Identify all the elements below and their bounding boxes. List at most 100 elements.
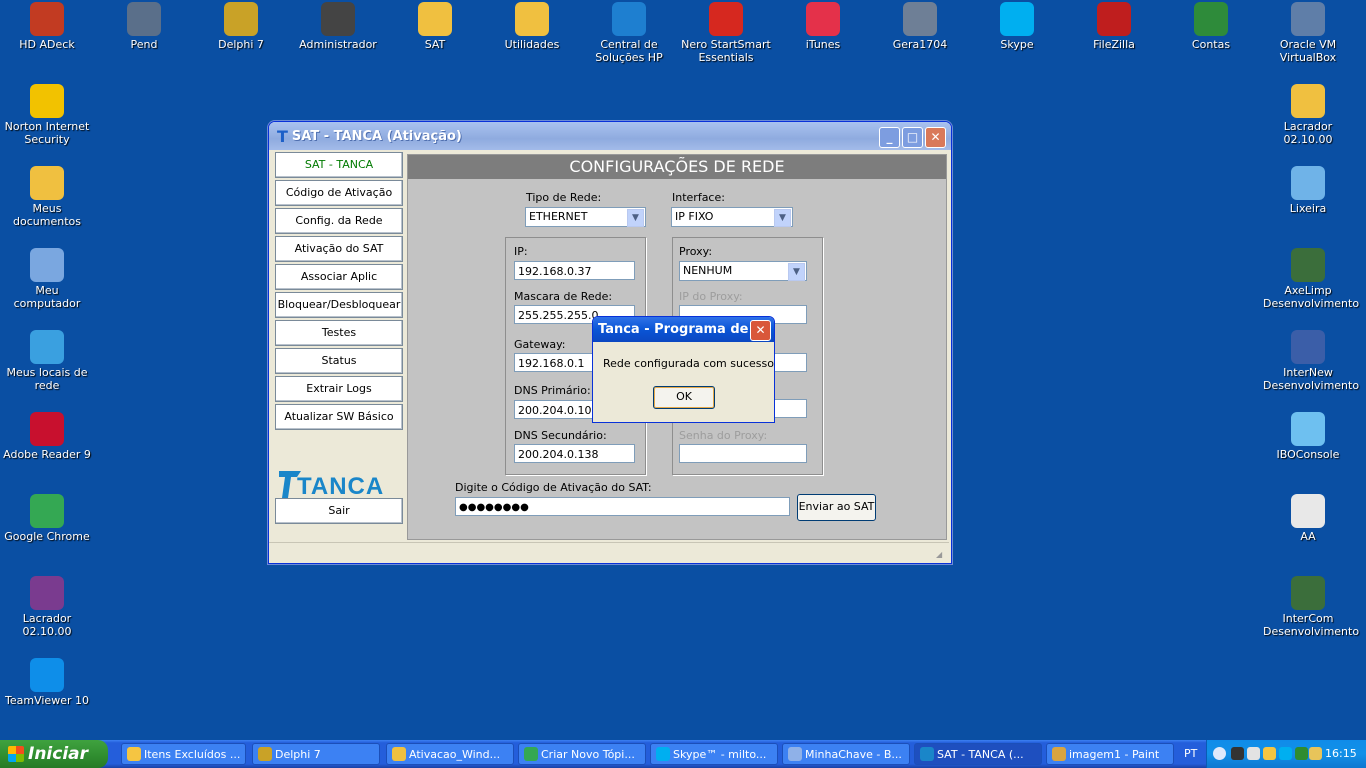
desktop-icon[interactable]: Adobe Reader 9 — [2, 412, 92, 461]
desktop-icon[interactable]: Utilidades — [487, 2, 577, 51]
tray-speaker-icon[interactable] — [1309, 747, 1322, 760]
dialog-titlebar[interactable]: Tanca - Programa de ... ✕ — [593, 317, 774, 342]
desktop-icon[interactable]: Skype — [972, 2, 1062, 51]
desktop-icon[interactable]: HD ADeck — [2, 2, 92, 51]
desktop-icon[interactable]: Pend — [99, 2, 189, 51]
status-bar: ◢ — [269, 542, 949, 563]
dialog-close-button[interactable]: ✕ — [750, 320, 771, 341]
language-indicator[interactable]: PT — [1184, 740, 1197, 768]
close-button[interactable]: ✕ — [925, 127, 946, 148]
taskbar-button[interactable]: Ativacao_Wind... — [386, 743, 514, 765]
sidebar-item-associar-aplic[interactable]: Associar Aplic Comercial — [275, 264, 403, 307]
tray-expand-icon[interactable] — [1213, 747, 1226, 760]
tray-app-icon[interactable] — [1231, 747, 1244, 760]
dns2-input[interactable]: 200.204.0.138 — [514, 444, 635, 463]
desktop-icon[interactable]: Contas — [1166, 2, 1256, 51]
sidebar-item-testes[interactable]: Testes — [275, 320, 403, 346]
desktop-icon-label: InterNew Desenvolvimento — [1263, 366, 1360, 392]
ip-input[interactable]: 192.168.0.37 — [514, 261, 635, 280]
desktop-icon[interactable]: SAT — [390, 2, 480, 51]
desktop-icon[interactable]: Nero StartSmart Essentials — [681, 2, 771, 64]
tray-skype-icon[interactable] — [1279, 747, 1292, 760]
taskbar-button[interactable]: Itens Excluídos ... — [121, 743, 246, 765]
sidebar-item-status[interactable]: Status — [275, 348, 403, 374]
sidebar-item-ativacao-sat[interactable]: Ativação do SAT — [275, 236, 403, 262]
clock[interactable]: 16:15 — [1325, 740, 1357, 768]
chevron-down-icon[interactable]: ▼ — [774, 209, 791, 227]
exit-button[interactable]: Sair — [275, 498, 403, 524]
desktop-icon-label: FileZilla — [1093, 38, 1135, 51]
desktop-icon-label: Meus locais de rede — [6, 366, 88, 392]
codigo-ativacao-input[interactable]: ●●●●●●●● — [455, 497, 790, 516]
enviar-sat-button[interactable]: Enviar ao SAT — [797, 494, 876, 521]
proxy-select[interactable]: NENHUM ▼ — [679, 261, 807, 281]
desktop-icon[interactable]: Meus documentos — [2, 166, 92, 228]
desktop-icon[interactable]: FileZilla — [1069, 2, 1159, 51]
desktop-icon-label: Contas — [1191, 38, 1231, 51]
chevron-down-icon[interactable]: ▼ — [788, 263, 805, 281]
sidebar-item-bloquear[interactable]: Bloquear/Desbloquear — [275, 292, 403, 318]
desktop-icon[interactable]: Meu computador — [2, 248, 92, 310]
sidebar-item-extrair-logs[interactable]: Extrair Logs — [275, 376, 403, 402]
dialog-title: Tanca - Programa de ... — [598, 322, 768, 337]
desktop-icon[interactable]: Delphi 7 — [196, 2, 286, 51]
taskbar-button[interactable]: SAT - TANCA (... — [914, 743, 1042, 765]
maximize-button[interactable]: □ — [902, 127, 923, 148]
desktop-icon[interactable]: Gera1704 — [875, 2, 965, 51]
senha-proxy-input[interactable] — [679, 444, 807, 463]
desktop-icon[interactable]: AA — [1263, 494, 1353, 543]
desktop-icon[interactable]: Norton Internet Security — [2, 84, 92, 146]
interface-select[interactable]: IP FIXO ▼ — [671, 207, 793, 227]
desktop-icon[interactable]: Central de Soluções HP — [584, 2, 674, 64]
resize-grip-icon[interactable]: ◢ — [936, 550, 946, 560]
window-titlebar[interactable]: T SAT - TANCA (Ativação) _ □ ✕ — [269, 122, 951, 150]
sidebar-item-atualizar-sw[interactable]: Atualizar SW Básico — [275, 404, 403, 430]
mascara-label: Mascara de Rede: — [514, 290, 613, 303]
shortcut-icon — [30, 84, 64, 118]
desktop-icon[interactable]: TeamViewer 10 — [2, 658, 92, 707]
desktop-icon-label: Nero StartSmart Essentials — [681, 38, 771, 64]
desktop-icon[interactable]: Google Chrome — [2, 494, 92, 543]
shortcut-icon — [1291, 576, 1325, 610]
taskbar: Iniciar Itens Excluídos ... Delphi 7 Ativa… — [0, 740, 1366, 768]
desktop-icon[interactable]: Lacrador 02.10.00 — [1263, 84, 1353, 146]
chevron-down-icon[interactable]: ▼ — [627, 209, 644, 227]
desktop-icon[interactable]: AxeLimp Desenvolvimento — [1263, 248, 1359, 310]
tanca-logo-text: TANCA — [297, 473, 385, 500]
desktop-icon[interactable]: Administrador — [293, 2, 383, 51]
taskbar-button[interactable]: Skype™ - milto... — [650, 743, 778, 765]
desktop-icon[interactable]: Lixeira — [1263, 166, 1353, 215]
desktop-icon[interactable]: iTunes — [778, 2, 868, 51]
start-button[interactable]: Iniciar — [0, 740, 108, 768]
desktop-icon[interactable]: Lacrador 02.10.00 — [2, 576, 92, 638]
taskbar-button[interactable]: Criar Novo Tópi... — [518, 743, 646, 765]
sidebar-item-config-rede[interactable]: Config. da Rede — [275, 208, 403, 234]
tray-security-icon[interactable] — [1295, 747, 1308, 760]
sidebar-item-sat-tanca[interactable]: SAT - TANCA — [275, 152, 403, 178]
sidebar-item-codigo-ativacao[interactable]: Código de Ativação — [275, 180, 403, 206]
tray-network-icon[interactable] — [1247, 747, 1260, 760]
shortcut-icon — [30, 658, 64, 692]
desktop-icon[interactable]: Meus locais de rede — [2, 330, 92, 392]
taskbar-button[interactable]: imagem1 - Paint — [1046, 743, 1174, 765]
desktop-icon[interactable]: Oracle VM VirtualBox — [1263, 2, 1353, 64]
desktop-icon[interactable]: InterNew Desenvolvimento — [1263, 330, 1360, 392]
desktop-icon[interactable]: InterCom Desenvolvimento — [1263, 576, 1360, 638]
minimize-button[interactable]: _ — [879, 127, 900, 148]
shortcut-icon — [903, 2, 937, 36]
tray-notes-icon[interactable] — [1263, 747, 1276, 760]
desktop-icon[interactable]: IBOConsole — [1263, 412, 1353, 461]
ok-button[interactable]: OK — [653, 386, 715, 409]
shortcut-icon — [30, 166, 64, 200]
shortcut-icon — [224, 2, 258, 36]
shortcut-icon — [1291, 248, 1325, 282]
tipo-rede-select[interactable]: ETHERNET ▼ — [525, 207, 646, 227]
desktop-icon-label: Delphi 7 — [218, 38, 264, 51]
desktop-icon-label: Central de Soluções HP — [595, 38, 663, 64]
taskbar-button[interactable]: Delphi 7 — [252, 743, 380, 765]
interface-value: IP FIXO — [675, 210, 714, 223]
taskbar-button-label: Ativacao_Wind... — [409, 748, 501, 761]
desktop-icon-label: Utilidades — [504, 38, 560, 51]
desktop-icon-label: InterCom Desenvolvimento — [1263, 612, 1360, 638]
taskbar-button[interactable]: MinhaChave - B... — [782, 743, 910, 765]
